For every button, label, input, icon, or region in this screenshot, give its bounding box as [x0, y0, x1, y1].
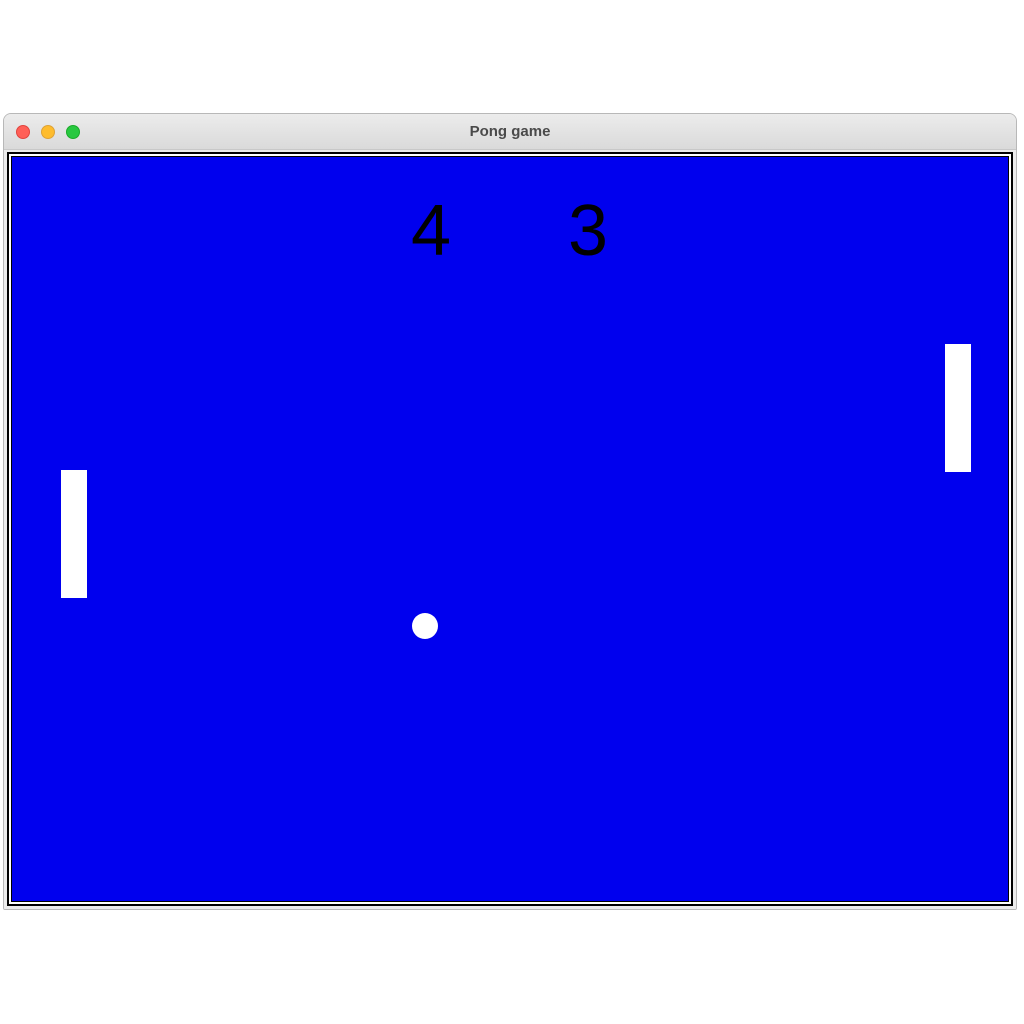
game-window: Pong game 4 3 — [3, 113, 1017, 910]
title-bar[interactable]: Pong game — [4, 114, 1016, 150]
game-canvas-frame: 4 3 — [7, 152, 1013, 906]
ball — [412, 613, 438, 639]
left-player-score: 4 — [411, 191, 452, 271]
window-content: 4 3 — [4, 150, 1016, 909]
right-paddle — [945, 344, 971, 472]
right-player-score: 3 — [568, 191, 609, 271]
game-court[interactable]: 4 3 — [11, 156, 1009, 902]
window-title: Pong game — [469, 123, 551, 140]
left-paddle — [61, 470, 87, 598]
